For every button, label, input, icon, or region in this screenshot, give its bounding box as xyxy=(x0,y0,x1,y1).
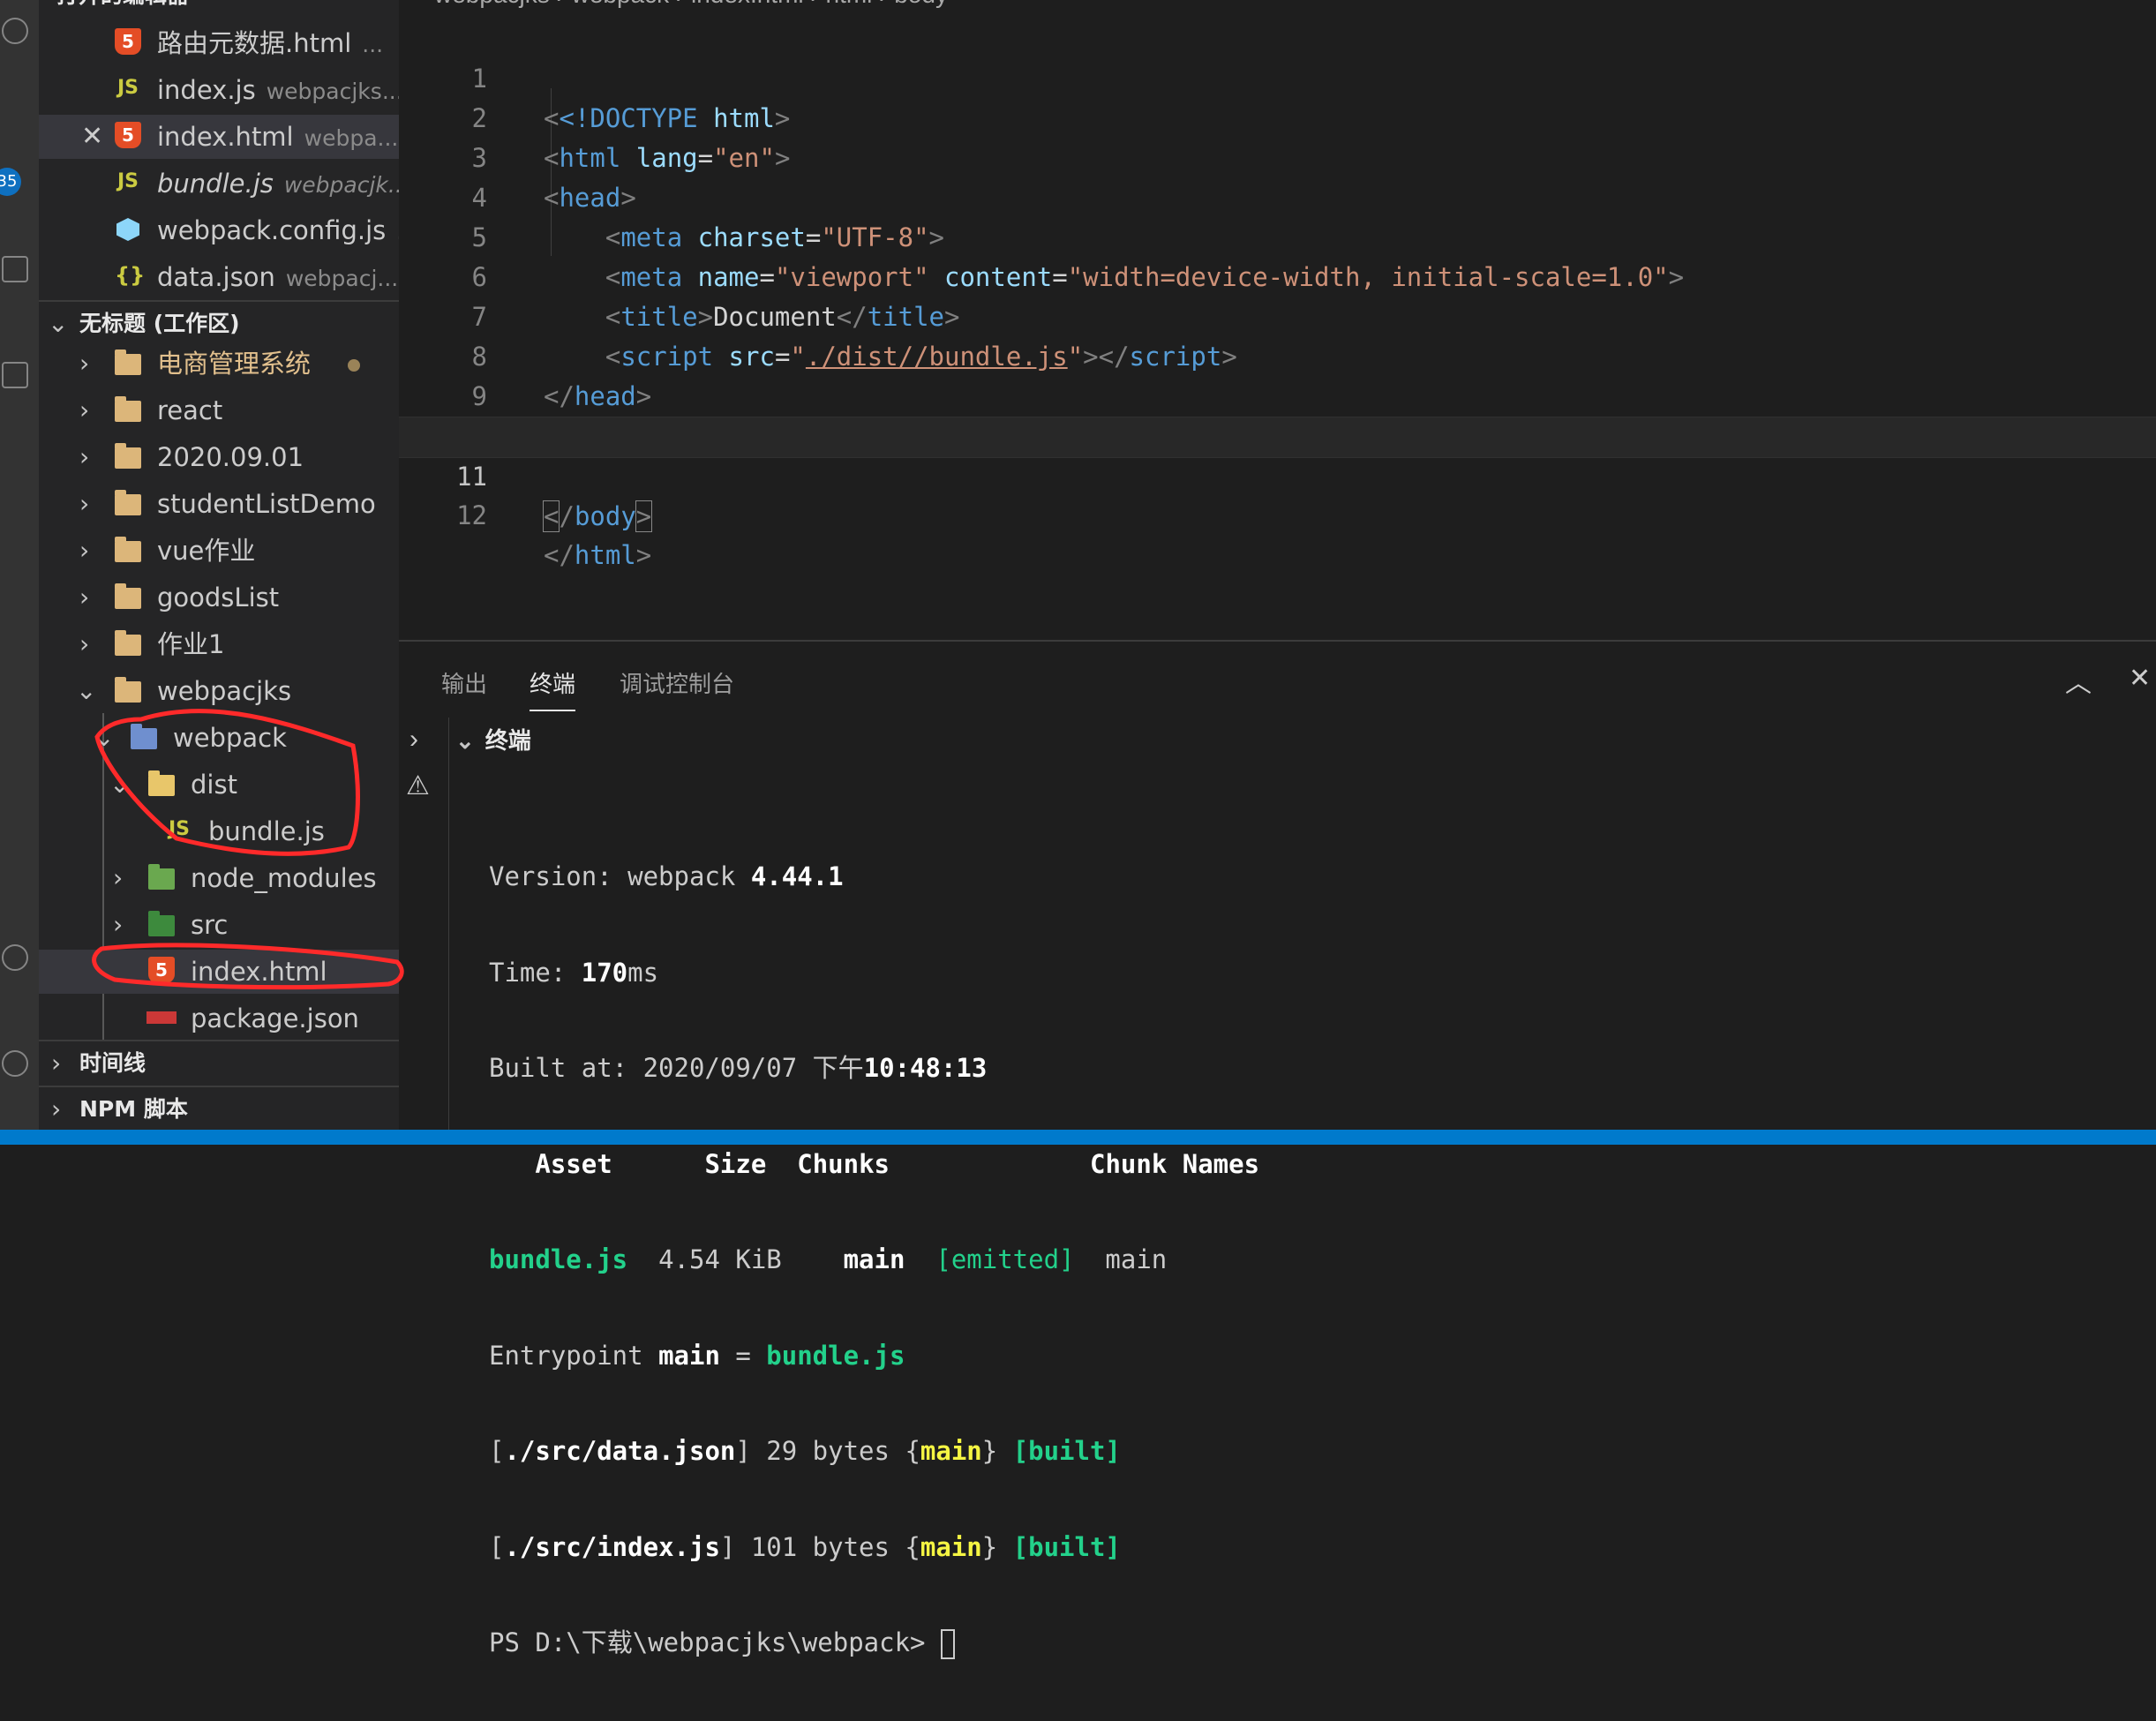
close-icon[interactable]: ✕ xyxy=(81,115,103,159)
timeline-header[interactable]: › 时间线 xyxy=(39,1041,399,1086)
workspace-header[interactable]: ⌄ 无标题 (工作区) xyxy=(39,302,399,346)
tree-folder[interactable]: › 2020.09.01 xyxy=(39,435,399,479)
chevron-down-icon: ⌄ xyxy=(76,676,97,705)
npm-scripts-header[interactable]: › NPM 脚本 xyxy=(39,1087,399,1131)
code-line: 2 <html lang="en"> xyxy=(471,103,791,173)
json-icon: {} xyxy=(115,263,146,288)
tab-output[interactable]: 输出 xyxy=(441,666,487,710)
terminal-output[interactable]: Version: webpack 4.44.1 Time: 170ms Buil… xyxy=(489,799,1259,1721)
open-editor-item[interactable]: {} data.json webpacj... xyxy=(39,255,399,299)
open-editor-item[interactable]: webpack.config.js... xyxy=(39,208,399,252)
node-folder-icon xyxy=(148,864,175,890)
src-folder-icon xyxy=(148,911,175,936)
tree-folder[interactable]: › vue作业 xyxy=(39,529,399,573)
chevron-right-icon: › xyxy=(79,349,90,378)
tree-file[interactable]: JS bundle.js xyxy=(39,809,399,853)
run-debug-icon[interactable] xyxy=(2,256,28,282)
code-line: 12 </html> xyxy=(456,500,652,570)
chevron-right-icon: › xyxy=(113,910,124,939)
terminal-side-strip: › ⚠ xyxy=(399,718,449,1131)
close-panel-icon[interactable]: ✕ xyxy=(2129,663,2151,694)
code-line: 9 <body> xyxy=(471,381,636,451)
folder-icon xyxy=(115,396,141,422)
chevron-right-icon: › xyxy=(79,442,90,471)
code-line: 8 </head> xyxy=(471,342,652,411)
tree-folder[interactable]: › goodsList xyxy=(39,575,399,620)
chevron-right-icon: › xyxy=(79,489,90,518)
code-line: 10 xyxy=(399,377,2156,451)
chevron-right-icon: › xyxy=(113,863,124,892)
chevron-right-icon: › xyxy=(79,629,90,658)
tab-debug-console[interactable]: 调试控制台 xyxy=(620,666,734,710)
tree-folder[interactable]: › node_modules xyxy=(39,856,399,900)
folder-icon xyxy=(115,349,141,375)
chevron-right-icon: › xyxy=(51,1048,62,1078)
dist-folder-icon xyxy=(148,770,175,796)
webpack-folder-icon xyxy=(131,724,157,749)
open-editor-item[interactable]: 5 路由元数据.html... xyxy=(39,21,399,65)
explorer-sidebar: 打开的编辑器 5 路由元数据.html... JS index.jswebpac… xyxy=(39,0,399,1130)
activity-bar: 35 xyxy=(0,0,39,1130)
tree-folder-open[interactable]: ⌄ dist xyxy=(39,763,399,807)
terminal-section-header[interactable]: ⌄ 终端 xyxy=(455,723,531,755)
tree-folder[interactable]: › 电商管理系统 xyxy=(39,342,399,386)
open-editor-item-active[interactable]: ✕ 5 index.html webpa... xyxy=(39,115,399,159)
webpack-icon xyxy=(116,218,139,241)
terminal-cursor xyxy=(940,1629,955,1659)
source-control-badge: 35 xyxy=(0,168,21,196)
account-icon[interactable] xyxy=(2,944,28,971)
code-line: 3 <head> xyxy=(471,143,636,213)
html5-icon: 5 xyxy=(115,28,141,55)
maximize-panel-icon[interactable]: ︿ xyxy=(2065,661,2092,700)
html5-icon: 5 xyxy=(148,957,175,983)
status-bar[interactable] xyxy=(0,1130,2156,1145)
chevron-right-icon: › xyxy=(79,536,90,565)
code-line: 6 <title>Document</title> xyxy=(471,262,960,332)
js-icon: JS xyxy=(116,170,139,192)
breadcrumb[interactable]: webpacjks › webpack › index.html › html … xyxy=(434,0,948,9)
tree-folder-open[interactable]: ⌄ webpacjks xyxy=(39,669,399,713)
code-line: 1 <<!DOCTYPE html> xyxy=(471,64,791,133)
chevron-down-icon: ⌄ xyxy=(455,727,475,754)
html5-icon: 5 xyxy=(115,122,141,148)
code-line: 5 <meta name="viewport" content="width=d… xyxy=(471,222,1685,292)
folder-icon xyxy=(115,443,141,469)
warning-icon[interactable]: ⚠ xyxy=(406,770,430,801)
npm-icon xyxy=(146,1011,177,1024)
tree-file[interactable]: package.json xyxy=(39,996,399,1041)
chevron-down-icon: ⌄ xyxy=(109,770,131,799)
code-line: 7 <script src="./dist//bundle.js"></scri… xyxy=(471,302,1237,372)
open-editor-item[interactable]: JS index.js webpacjks... xyxy=(39,68,399,112)
settings-gear-icon[interactable] xyxy=(2,1050,28,1077)
tree-folder[interactable]: › react xyxy=(39,388,399,432)
code-line-current: 11 </body> xyxy=(399,417,2156,532)
tree-folder[interactable]: › studentListDemo xyxy=(39,482,399,526)
js-icon: JS xyxy=(168,818,191,840)
js-icon: JS xyxy=(116,77,139,99)
chevron-right-icon: › xyxy=(79,395,90,425)
open-editors-header[interactable]: 打开的编辑器 xyxy=(39,0,399,18)
tree-folder[interactable]: › src xyxy=(39,903,399,947)
code-line: 4 <meta charset="UTF-8"> xyxy=(471,183,944,252)
code-editor[interactable]: webpacjks › webpack › index.html › html … xyxy=(399,0,2156,640)
chevron-down-icon: ⌄ xyxy=(48,309,69,338)
extensions-icon[interactable] xyxy=(2,362,28,388)
tree-folder-open[interactable]: ⌄ webpack xyxy=(39,716,399,760)
tab-terminal[interactable]: 终端 xyxy=(530,666,576,711)
chevron-right-icon: › xyxy=(79,582,90,612)
chevron-right-icon[interactable]: › xyxy=(409,725,418,755)
chevron-down-icon: ⌄ xyxy=(94,723,115,752)
tree-file-selected[interactable]: 5 index.html xyxy=(39,950,399,994)
search-icon[interactable] xyxy=(2,18,28,44)
chevron-right-icon: › xyxy=(51,1094,62,1124)
tree-folder[interactable]: › 作业1 xyxy=(39,622,399,666)
open-editor-item[interactable]: JS bundle.js webpacjk... xyxy=(39,162,399,206)
modified-dot-icon xyxy=(348,359,360,372)
bottom-panel: 输出 终端 调试控制台 ︿ ✕ › ⚠ ⌄ 终端 Version: webpack… xyxy=(399,640,2156,1659)
folder-open-icon xyxy=(115,677,141,703)
folder-icon xyxy=(115,537,141,562)
folder-icon xyxy=(115,490,141,515)
folder-icon xyxy=(115,630,141,656)
folder-icon xyxy=(115,583,141,609)
